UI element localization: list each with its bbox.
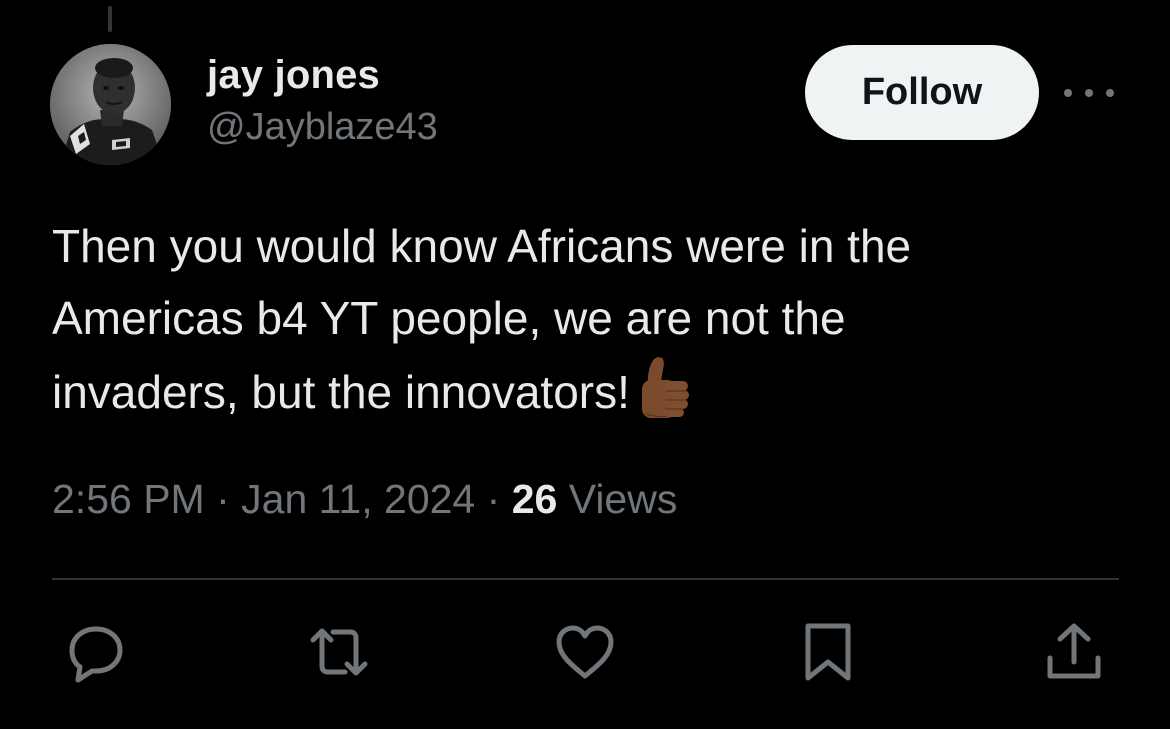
more-dot-icon — [1085, 89, 1093, 97]
views-count[interactable]: 26 — [512, 476, 558, 522]
tweet-meta: 2:56 PM · Jan 11, 2024 · 26 Views — [52, 472, 677, 526]
tweet-text-line: invaders, but the innovators! — [52, 354, 1112, 440]
avatar-photo — [50, 44, 171, 165]
tweet-date[interactable]: Jan 11, 2024 — [241, 476, 475, 522]
bookmark-icon — [805, 623, 851, 681]
display-name[interactable]: jay jones — [207, 52, 438, 98]
reply-icon — [69, 626, 123, 683]
tweet-text-line: Americas b4 YT people, we are not the — [52, 292, 846, 344]
like-icon — [556, 625, 614, 679]
tweet-text-line: Then you would know Africans were in the — [52, 220, 912, 272]
divider — [52, 578, 1119, 580]
views-label[interactable]: Views — [569, 476, 678, 522]
avatar[interactable] — [50, 44, 171, 165]
more-options-button[interactable] — [1064, 80, 1114, 106]
meta-separator: · — [486, 476, 501, 522]
follow-button[interactable]: Follow — [805, 45, 1039, 140]
user-info: jay jones @Jayblaze43 — [207, 52, 438, 150]
tweet-time[interactable]: 2:56 PM — [52, 476, 205, 522]
share-icon — [1047, 623, 1101, 679]
tweet-text: Then you would know Africans were in the… — [52, 210, 1112, 440]
bookmark-button[interactable] — [796, 620, 860, 684]
more-dot-icon — [1064, 89, 1072, 97]
like-button[interactable] — [553, 620, 617, 684]
repost-icon — [310, 628, 368, 676]
reply-button[interactable] — [64, 620, 128, 684]
user-handle[interactable]: @Jayblaze43 — [207, 104, 438, 150]
repost-button[interactable] — [307, 620, 371, 684]
more-dot-icon — [1106, 89, 1114, 97]
meta-separator: · — [216, 476, 230, 522]
share-button[interactable] — [1042, 620, 1106, 684]
tweet-text-line-content: invaders, but the innovators! — [52, 366, 630, 418]
thread-connector-line — [108, 6, 112, 32]
thumbs-up-icon — [634, 354, 692, 440]
